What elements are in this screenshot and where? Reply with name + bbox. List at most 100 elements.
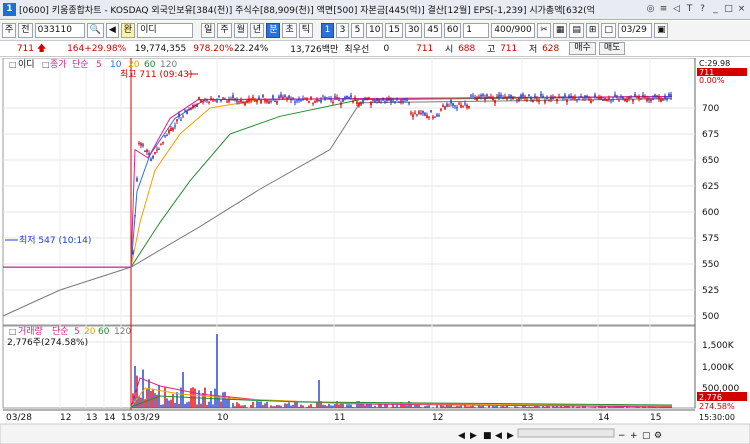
candle-body: [606, 99, 608, 102]
candle-body: [214, 100, 216, 102]
chart-area[interactable]: □ 이디 □ 종가 단순 5 10 20 60 120 최고 711 (09:4…: [0, 57, 750, 444]
candle-body: [380, 101, 382, 103]
volume-bar: [670, 407, 672, 408]
minute-60[interactable]: 60: [443, 23, 462, 38]
volume-bar: [308, 405, 310, 408]
x-label: 11: [334, 413, 345, 423]
count-field[interactable]: 400/900: [491, 23, 536, 38]
volume-bar: [292, 404, 294, 408]
volume-bar: [306, 406, 308, 408]
stop-icon[interactable]: ■: [483, 431, 492, 441]
period-month[interactable]: 월: [233, 23, 248, 38]
candle-body: [458, 103, 460, 105]
period-day[interactable]: 일: [201, 23, 216, 38]
volume-bar: [374, 405, 376, 408]
prev-page-icon[interactable]: ◀: [495, 431, 502, 441]
period-second[interactable]: 초: [282, 23, 297, 38]
unit-select[interactable]: 1: [463, 23, 490, 38]
candle-body: [136, 178, 138, 182]
x-axis-labels: 03/28 12 13 14 15 03/29 10 11 12 13 14 1…: [6, 413, 661, 423]
chart-svg[interactable]: □ 이디 □ 종가 단순 5 10 20 60 120 최고 711 (09:4…: [0, 57, 750, 444]
candle-body: [668, 93, 670, 97]
next-page-icon[interactable]: ▶: [507, 431, 514, 441]
minute-10[interactable]: 10: [366, 23, 384, 38]
volume-bar: [368, 404, 370, 408]
volume-bar: [312, 407, 314, 408]
minimize-icon[interactable]: _: [710, 3, 721, 16]
candle-body: [194, 105, 196, 107]
minute-3[interactable]: 3: [336, 23, 350, 38]
period-week[interactable]: 주: [217, 23, 232, 38]
vol-legend-20: 20: [84, 327, 96, 337]
buy-button[interactable]: 매수: [569, 42, 596, 55]
candle-body: [138, 142, 140, 144]
candle-body: [388, 97, 390, 101]
date-field[interactable]: 03/29: [617, 23, 652, 38]
code-input[interactable]: 033110: [34, 23, 85, 38]
search-icon[interactable]: 🔍: [86, 23, 104, 38]
scissor-icon[interactable]: ✂: [537, 23, 551, 38]
volume-bar: [258, 401, 260, 408]
volume-bar: [394, 406, 396, 408]
candle-body: [374, 100, 376, 103]
period-minute[interactable]: 분: [266, 23, 281, 38]
candle-body: [552, 96, 554, 100]
prev-icon[interactable]: ◁: [671, 3, 682, 16]
period-tick[interactable]: 틱: [298, 23, 314, 38]
candle-body: [616, 95, 618, 97]
chart-toolbar: 주 전 033110 🔍 ◀ 완 이디 일 주 월 년 분 초 틱 1 3 5 …: [0, 21, 750, 41]
minute-30[interactable]: 30: [404, 23, 423, 38]
candle-body: [198, 97, 200, 100]
minute-45[interactable]: 45: [424, 23, 442, 38]
minute-15[interactable]: 15: [385, 23, 403, 38]
candle-body: [474, 97, 476, 99]
volume-bar: [198, 390, 200, 408]
link-icon[interactable]: ◎: [645, 3, 656, 16]
market-select[interactable]: 주: [2, 23, 17, 38]
save-icon[interactable]: ▤: [569, 23, 584, 38]
volume-bar: [478, 405, 480, 408]
candle-body: [456, 107, 458, 109]
volume-bar: [222, 392, 224, 408]
candle-body: [462, 105, 464, 107]
zoom-out-icon[interactable]: −: [618, 431, 626, 441]
help-icon[interactable]: ?: [697, 3, 708, 16]
scroll-left-icon[interactable]: ◀: [458, 431, 465, 441]
candle-body: [412, 114, 414, 118]
candle-body: [276, 101, 278, 104]
pin-icon[interactable]: T: [684, 3, 695, 16]
candle-body: [238, 101, 240, 103]
volume-bar: [202, 393, 204, 408]
volume-bar: [256, 401, 258, 408]
volume-bar: [322, 404, 324, 408]
volume-bar: [206, 404, 208, 408]
candle-body: [488, 96, 490, 98]
volume-bar: [500, 406, 502, 408]
menu-icon[interactable]: ≡: [658, 3, 669, 16]
mode-badge[interactable]: 완: [120, 23, 136, 38]
volume-bar: [286, 403, 288, 408]
scroll-right-icon[interactable]: ▶: [470, 431, 477, 441]
volume-bar: [278, 405, 280, 408]
settings-icon[interactable]: ⚙: [654, 431, 662, 441]
date-checkbox[interactable]: □: [601, 23, 616, 38]
chart-icon[interactable]: ▦: [552, 23, 568, 38]
prefix-select[interactable]: 전: [18, 23, 33, 38]
period-year[interactable]: 년: [249, 23, 265, 38]
sell-button[interactable]: 매도: [598, 42, 626, 55]
minute-1[interactable]: 1: [321, 23, 335, 38]
zoom-in-icon[interactable]: +: [630, 431, 638, 441]
scrollbar[interactable]: [517, 428, 615, 438]
maximize-icon[interactable]: □: [723, 3, 734, 16]
candle-body: [414, 112, 416, 114]
calendar-icon[interactable]: ▣: [653, 23, 669, 38]
candle-body: [252, 96, 254, 99]
stock-name-field[interactable]: 이디: [137, 23, 194, 38]
price-tick: 700: [702, 104, 719, 114]
volume-bar: [162, 404, 164, 408]
full-view-icon[interactable]: ▢: [642, 431, 651, 441]
grid-icon[interactable]: ⊞: [585, 23, 600, 38]
close-icon[interactable]: ×: [736, 3, 747, 16]
speaker-icon[interactable]: ◀: [105, 23, 119, 38]
minute-5[interactable]: 5: [351, 23, 365, 38]
